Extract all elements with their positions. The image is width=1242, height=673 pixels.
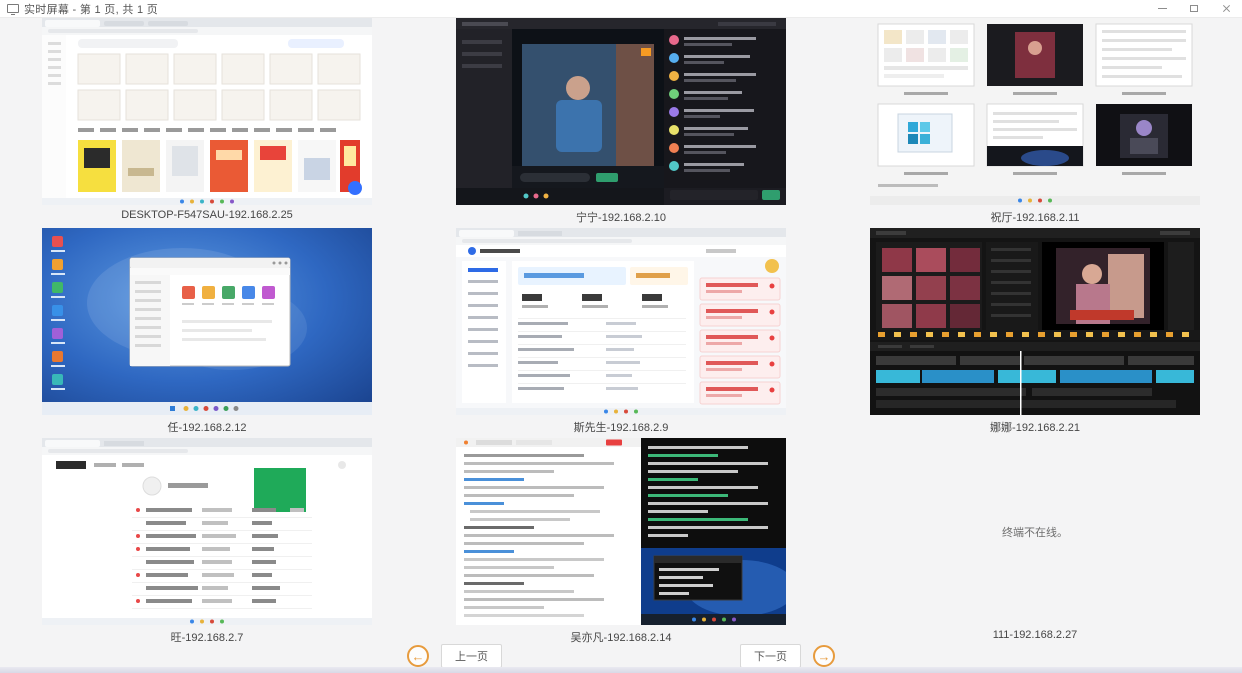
prev-group: ← 上一页 — [407, 644, 502, 668]
next-page-arrow-button[interactable]: → — [813, 645, 835, 667]
screen-thumbnail[interactable] — [42, 228, 372, 415]
offline-terminal-area: 终端不在线。 — [870, 438, 1200, 625]
prev-page-button[interactable]: 上一页 — [441, 644, 502, 668]
minimize-button[interactable] — [1146, 0, 1178, 17]
next-group: 下一页 → — [740, 644, 835, 668]
screen-thumbnail[interactable] — [870, 18, 1200, 205]
screen-thumbnail[interactable] — [42, 438, 372, 625]
pagination: ← 上一页 下一页 → — [0, 644, 1242, 668]
page-title: 实时屏幕 - 第 1 页, 共 1 页 — [24, 1, 158, 17]
terminal-label: 111-192.168.2.27 — [828, 629, 1242, 641]
app-window: { "titlebar": { "title": "实时屏幕 - 第 1 页, … — [0, 0, 1242, 673]
terminal-cell: 娜娜-192.168.2.21 — [828, 228, 1242, 438]
terminal-cell: 终端不在线。 111-192.168.2.27 — [828, 438, 1242, 648]
minimize-icon — [1158, 8, 1167, 9]
terminal-label: 娜娜-192.168.2.21 — [828, 419, 1242, 435]
screen-thumbnail[interactable] — [456, 438, 786, 625]
screen-preview — [456, 18, 786, 205]
terminal-cell: 祝厅-192.168.2.11 — [828, 18, 1242, 228]
screen-preview — [42, 228, 372, 415]
prev-page-arrow-button[interactable]: ← — [407, 645, 429, 667]
terminal-label: DESKTOP-F547SAU-192.168.2.25 — [0, 209, 414, 221]
terminal-grid: DESKTOP-F547SAU-192.168.2.25 — [0, 18, 1242, 648]
terminal-label: 旺-192.168.2.7 — [0, 629, 414, 645]
terminal-label: 吴亦凡-192.168.2.14 — [414, 629, 828, 645]
realtime-screen-icon — [7, 4, 19, 13]
arrow-left-icon: ← — [412, 650, 425, 663]
terminal-cell: 宁宁-192.168.2.10 — [414, 18, 828, 228]
screen-preview — [456, 438, 786, 625]
screen-thumbnail[interactable] — [456, 228, 786, 415]
terminal-cell: 旺-192.168.2.7 — [0, 438, 414, 648]
next-page-button[interactable]: 下一页 — [740, 644, 801, 668]
terminal-label: 任-192.168.2.12 — [0, 419, 414, 435]
screen-preview — [870, 228, 1200, 415]
terminal-cell: 吴亦凡-192.168.2.14 — [414, 438, 828, 648]
taskbar-edge — [0, 667, 1242, 673]
window-controls — [1146, 0, 1242, 17]
close-icon — [1222, 4, 1231, 13]
terminal-label: 斯先生-192.168.2.9 — [414, 419, 828, 435]
screen-preview — [456, 228, 786, 415]
screen-thumbnail[interactable] — [42, 18, 372, 205]
maximize-icon — [1190, 5, 1198, 12]
arrow-right-icon: → — [818, 650, 831, 663]
title-bar: 实时屏幕 - 第 1 页, 共 1 页 — [0, 0, 1242, 18]
close-button[interactable] — [1210, 0, 1242, 17]
offline-status-text: 终端不在线。 — [1002, 524, 1068, 540]
screen-preview — [42, 18, 372, 205]
maximize-button[interactable] — [1178, 0, 1210, 17]
terminal-cell: 斯先生-192.168.2.9 — [414, 228, 828, 438]
screen-thumbnail[interactable] — [870, 228, 1200, 415]
terminal-label: 祝厅-192.168.2.11 — [828, 209, 1242, 225]
screen-thumbnail[interactable] — [456, 18, 786, 205]
screen-preview — [870, 18, 1200, 205]
terminal-label: 宁宁-192.168.2.10 — [414, 209, 828, 225]
screen-preview — [42, 438, 372, 625]
terminal-cell: 任-192.168.2.12 — [0, 228, 414, 438]
terminal-cell: DESKTOP-F547SAU-192.168.2.25 — [0, 18, 414, 228]
